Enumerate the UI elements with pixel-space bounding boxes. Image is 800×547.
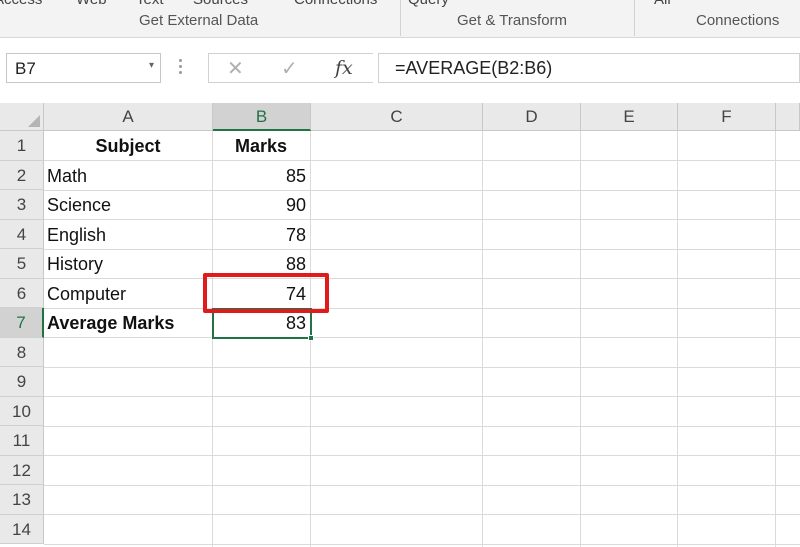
grip-handle-icon[interactable] xyxy=(176,56,184,80)
cell-a6[interactable]: Computer xyxy=(44,279,212,309)
ribbon-query-button[interactable]: Query xyxy=(408,0,449,8)
ribbon-refresh-all-button[interactable]: All xyxy=(654,0,671,8)
formula-bar: B7 ▾ ✕ ✓ fx =AVERAGE(B2:B6) xyxy=(0,38,800,100)
cell-a1[interactable]: Subject xyxy=(44,131,212,161)
gridline xyxy=(44,484,800,486)
row-header-6[interactable]: 6 xyxy=(0,278,44,308)
cell-a2[interactable]: Math xyxy=(44,161,212,191)
row-header-9[interactable]: 9 xyxy=(0,367,44,397)
formula-text: =AVERAGE(B2:B6) xyxy=(395,58,553,78)
gridline xyxy=(44,396,800,397)
ribbon-separator xyxy=(400,0,401,36)
gridline xyxy=(44,514,800,515)
name-box-value: B7 xyxy=(15,59,36,78)
cell-a4[interactable]: English xyxy=(44,220,212,250)
fill-handle[interactable] xyxy=(308,335,314,341)
select-all-button[interactable] xyxy=(0,103,44,131)
name-box[interactable]: B7 ▾ xyxy=(6,53,161,83)
ribbon: Access Web Text Sources Connections Quer… xyxy=(0,0,800,38)
enter-check-icon[interactable]: ✓ xyxy=(281,56,298,81)
row-header-13[interactable]: 13 xyxy=(0,485,44,515)
ribbon-access-button[interactable]: Access xyxy=(0,0,42,8)
row-header-2[interactable]: 2 xyxy=(0,160,44,190)
insert-function-icon[interactable]: fx xyxy=(335,57,353,79)
cell-b4[interactable]: 78 xyxy=(212,220,310,250)
cell-a3[interactable]: Science xyxy=(44,190,212,220)
column-header-c[interactable]: C xyxy=(311,103,483,131)
formula-input[interactable]: =AVERAGE(B2:B6) xyxy=(378,53,800,83)
gridline xyxy=(44,366,800,368)
ribbon-web-button[interactable]: Web xyxy=(76,0,107,8)
cell-b1[interactable]: Marks xyxy=(212,131,310,161)
cell-a5[interactable]: History xyxy=(44,249,212,279)
column-header-b[interactable]: B xyxy=(213,103,311,131)
column-header-d[interactable]: D xyxy=(483,103,581,131)
column-header-e[interactable]: E xyxy=(581,103,678,131)
ribbon-sources-button[interactable]: Sources xyxy=(193,0,248,8)
row-header-1[interactable]: 1 xyxy=(0,131,44,161)
select-all-triangle-icon xyxy=(28,115,40,127)
row-header-7[interactable]: 7 xyxy=(0,308,44,338)
row-header-5[interactable]: 5 xyxy=(0,249,44,279)
cell-b2[interactable]: 85 xyxy=(212,161,310,191)
cancel-icon[interactable]: ✕ xyxy=(227,56,244,81)
ribbon-text-button[interactable]: Text xyxy=(136,0,164,8)
gridline xyxy=(44,543,800,545)
column-header-f[interactable]: F xyxy=(678,103,776,131)
column-header-g[interactable] xyxy=(776,103,800,131)
cell-a7[interactable]: Average Marks xyxy=(44,308,212,338)
row-header-8[interactable]: 8 xyxy=(0,337,44,367)
row-header-11[interactable]: 11 xyxy=(0,426,44,456)
group-label-get-transform: Get & Transform xyxy=(457,12,568,29)
row-header-12[interactable]: 12 xyxy=(0,455,44,485)
red-highlight-box xyxy=(203,273,329,313)
group-label-connections: Connections xyxy=(696,12,780,29)
cell-b3[interactable]: 90 xyxy=(212,190,310,220)
gridline xyxy=(44,455,800,456)
ribbon-connections-button[interactable]: Connections xyxy=(294,0,377,8)
group-label-get-external-data: Get External Data xyxy=(139,12,259,29)
column-header-a[interactable]: A xyxy=(44,103,213,131)
row-header-3[interactable]: 3 xyxy=(0,190,44,220)
row-header-14[interactable]: 14 xyxy=(0,514,44,544)
ribbon-separator xyxy=(634,0,635,36)
row-header-4[interactable]: 4 xyxy=(0,219,44,249)
chevron-down-icon[interactable]: ▾ xyxy=(149,60,154,71)
formula-buttons: ✕ ✓ fx xyxy=(208,53,373,83)
gridline xyxy=(44,425,800,427)
row-header-10[interactable]: 10 xyxy=(0,396,44,426)
